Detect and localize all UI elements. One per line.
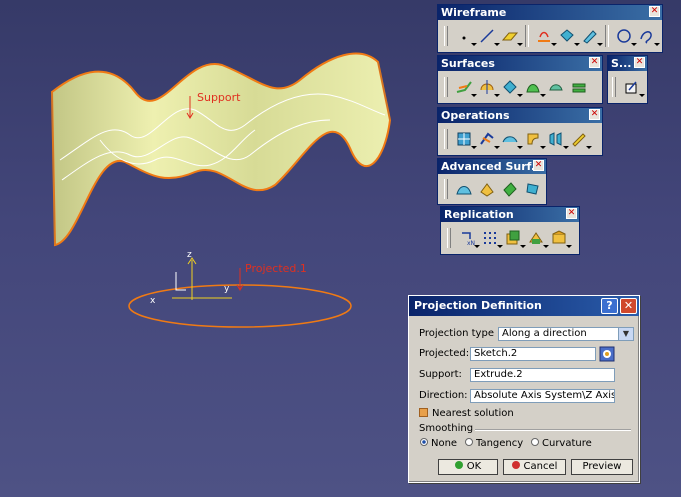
cancel-icon [511, 461, 520, 469]
projected-curve[interactable] [128, 284, 352, 328]
extrude-icon[interactable] [454, 77, 477, 97]
help-button[interactable]: ? [601, 298, 618, 314]
toolbar-surfaces[interactable]: Surfaces ✕ [437, 55, 603, 104]
support-label: Support: [419, 369, 462, 380]
toolbar-wireframe-title[interactable]: Wireframe ✕ [438, 5, 662, 20]
nearest-solution-checkbox[interactable] [419, 407, 428, 417]
projection-type-combo[interactable]: Along a direction ▼ [498, 327, 634, 341]
close-icon[interactable]: ✕ [649, 6, 660, 17]
smoothing-curvature-radio[interactable]: Curvature [531, 437, 592, 451]
chevron-down-icon[interactable]: ▼ [618, 328, 633, 340]
toolbar-grip[interactable] [612, 77, 616, 97]
shape-morphing-icon[interactable] [523, 179, 543, 199]
sketch-icon[interactable] [622, 77, 645, 97]
offset-curve-icon[interactable] [580, 26, 603, 46]
cancel-button[interactable]: Cancel [503, 459, 566, 475]
intersection-icon[interactable] [557, 26, 580, 46]
close-icon[interactable]: ✕ [589, 57, 600, 68]
projection-type-label: Projection type : [419, 328, 501, 339]
toolbar-operations-title[interactable]: Operations ✕ [438, 108, 602, 123]
line-icon[interactable] [477, 26, 500, 46]
circle-icon[interactable] [614, 26, 637, 46]
ok-button[interactable]: OK [438, 459, 498, 475]
axis-z-label: z [187, 250, 192, 260]
axis-triad: z x y [150, 250, 232, 306]
wrap-curve-icon[interactable] [477, 179, 497, 199]
projected-label: Projected.1 [245, 262, 307, 275]
support-label: Support [197, 91, 241, 104]
preview-button[interactable]: Preview [571, 459, 633, 475]
toolbar-s-small[interactable]: S... ✕ [607, 55, 648, 104]
split-icon[interactable] [477, 129, 500, 149]
sweep-icon[interactable] [523, 77, 546, 97]
wrap-surface-icon[interactable] [500, 179, 520, 199]
ok-icon [454, 461, 463, 469]
multi-select-icon[interactable] [599, 346, 615, 362]
radio-icon [531, 438, 539, 446]
pattern-icon[interactable] [480, 228, 503, 248]
projected-label: Projected: [419, 348, 470, 359]
radio-selected-icon [420, 438, 428, 446]
user-feature-icon[interactable] [526, 228, 549, 248]
revolve-icon[interactable] [477, 77, 500, 97]
projected-field[interactable]: Sketch.2 [470, 347, 596, 361]
smoothing-tangency-radio[interactable]: Tangency [465, 437, 523, 451]
radio-icon [465, 438, 473, 446]
spline-icon[interactable] [637, 26, 660, 46]
toolbar-grip[interactable] [444, 26, 448, 46]
translate-icon[interactable] [546, 129, 569, 149]
axis-x-label: x [150, 296, 156, 306]
close-icon[interactable]: ✕ [566, 208, 577, 219]
fillet-icon[interactable] [523, 129, 546, 149]
close-icon[interactable]: ✕ [533, 160, 544, 171]
boundary-icon[interactable] [500, 129, 523, 149]
close-icon[interactable]: ✕ [634, 57, 645, 68]
bump-icon[interactable] [454, 179, 474, 199]
toolbar-grip[interactable] [444, 77, 448, 97]
projection-definition-dialog: Projection Definition ? ✕ Projection typ… [408, 295, 640, 483]
toolbar-s-small-title[interactable]: S... ✕ [608, 56, 647, 71]
catalog-icon[interactable] [549, 228, 572, 248]
direction-field[interactable]: Absolute Axis System\Z Axis [470, 389, 615, 403]
plane-icon[interactable] [500, 26, 523, 46]
support-field[interactable]: Extrude.2 [470, 368, 615, 382]
nearest-solution-row[interactable]: Nearest solution [419, 407, 514, 421]
toolbar-advanced-surfaces[interactable]: Advanced Surf... ✕ [437, 158, 547, 205]
projection-icon[interactable] [534, 26, 557, 46]
close-button[interactable]: ✕ [620, 298, 637, 314]
fill-icon[interactable] [546, 77, 566, 97]
axis-y-label: y [224, 284, 230, 294]
toolbar-replication-title[interactable]: Replication ✕ [441, 207, 579, 222]
extrude-surface[interactable] [50, 52, 392, 247]
close-icon[interactable]: ✕ [589, 109, 600, 120]
toolbar-grip[interactable] [447, 228, 451, 248]
toolbar-grip[interactable] [444, 129, 448, 149]
toolbar-surfaces-title[interactable]: Surfaces ✕ [438, 56, 602, 71]
smoothing-divider [475, 429, 631, 431]
blend-icon[interactable] [569, 77, 589, 97]
dialog-title-bar[interactable]: Projection Definition ? ✕ [409, 296, 639, 316]
smoothing-none-radio[interactable]: None [420, 437, 457, 451]
direction-label: Direction: [419, 390, 468, 401]
point-icon[interactable] [454, 26, 477, 46]
smoothing-group-label: Smoothing [419, 423, 474, 434]
extrapolate-icon[interactable] [569, 129, 592, 149]
repetition-icon[interactable]: xN [457, 228, 480, 248]
join-icon[interactable] [454, 129, 477, 149]
offset-surface-icon[interactable] [500, 77, 523, 97]
toolbar-advanced-title[interactable]: Advanced Surf... ✕ [438, 159, 546, 174]
dialog-title: Projection Definition [414, 299, 542, 312]
toolbar-grip[interactable] [444, 179, 448, 199]
powercopy-icon[interactable] [503, 228, 526, 248]
toolbar-wireframe[interactable]: Wireframe ✕ [437, 4, 663, 53]
toolbar-replication[interactable]: Replication ✕ xN [440, 206, 580, 255]
toolbar-operations[interactable]: Operations ✕ [437, 107, 603, 156]
